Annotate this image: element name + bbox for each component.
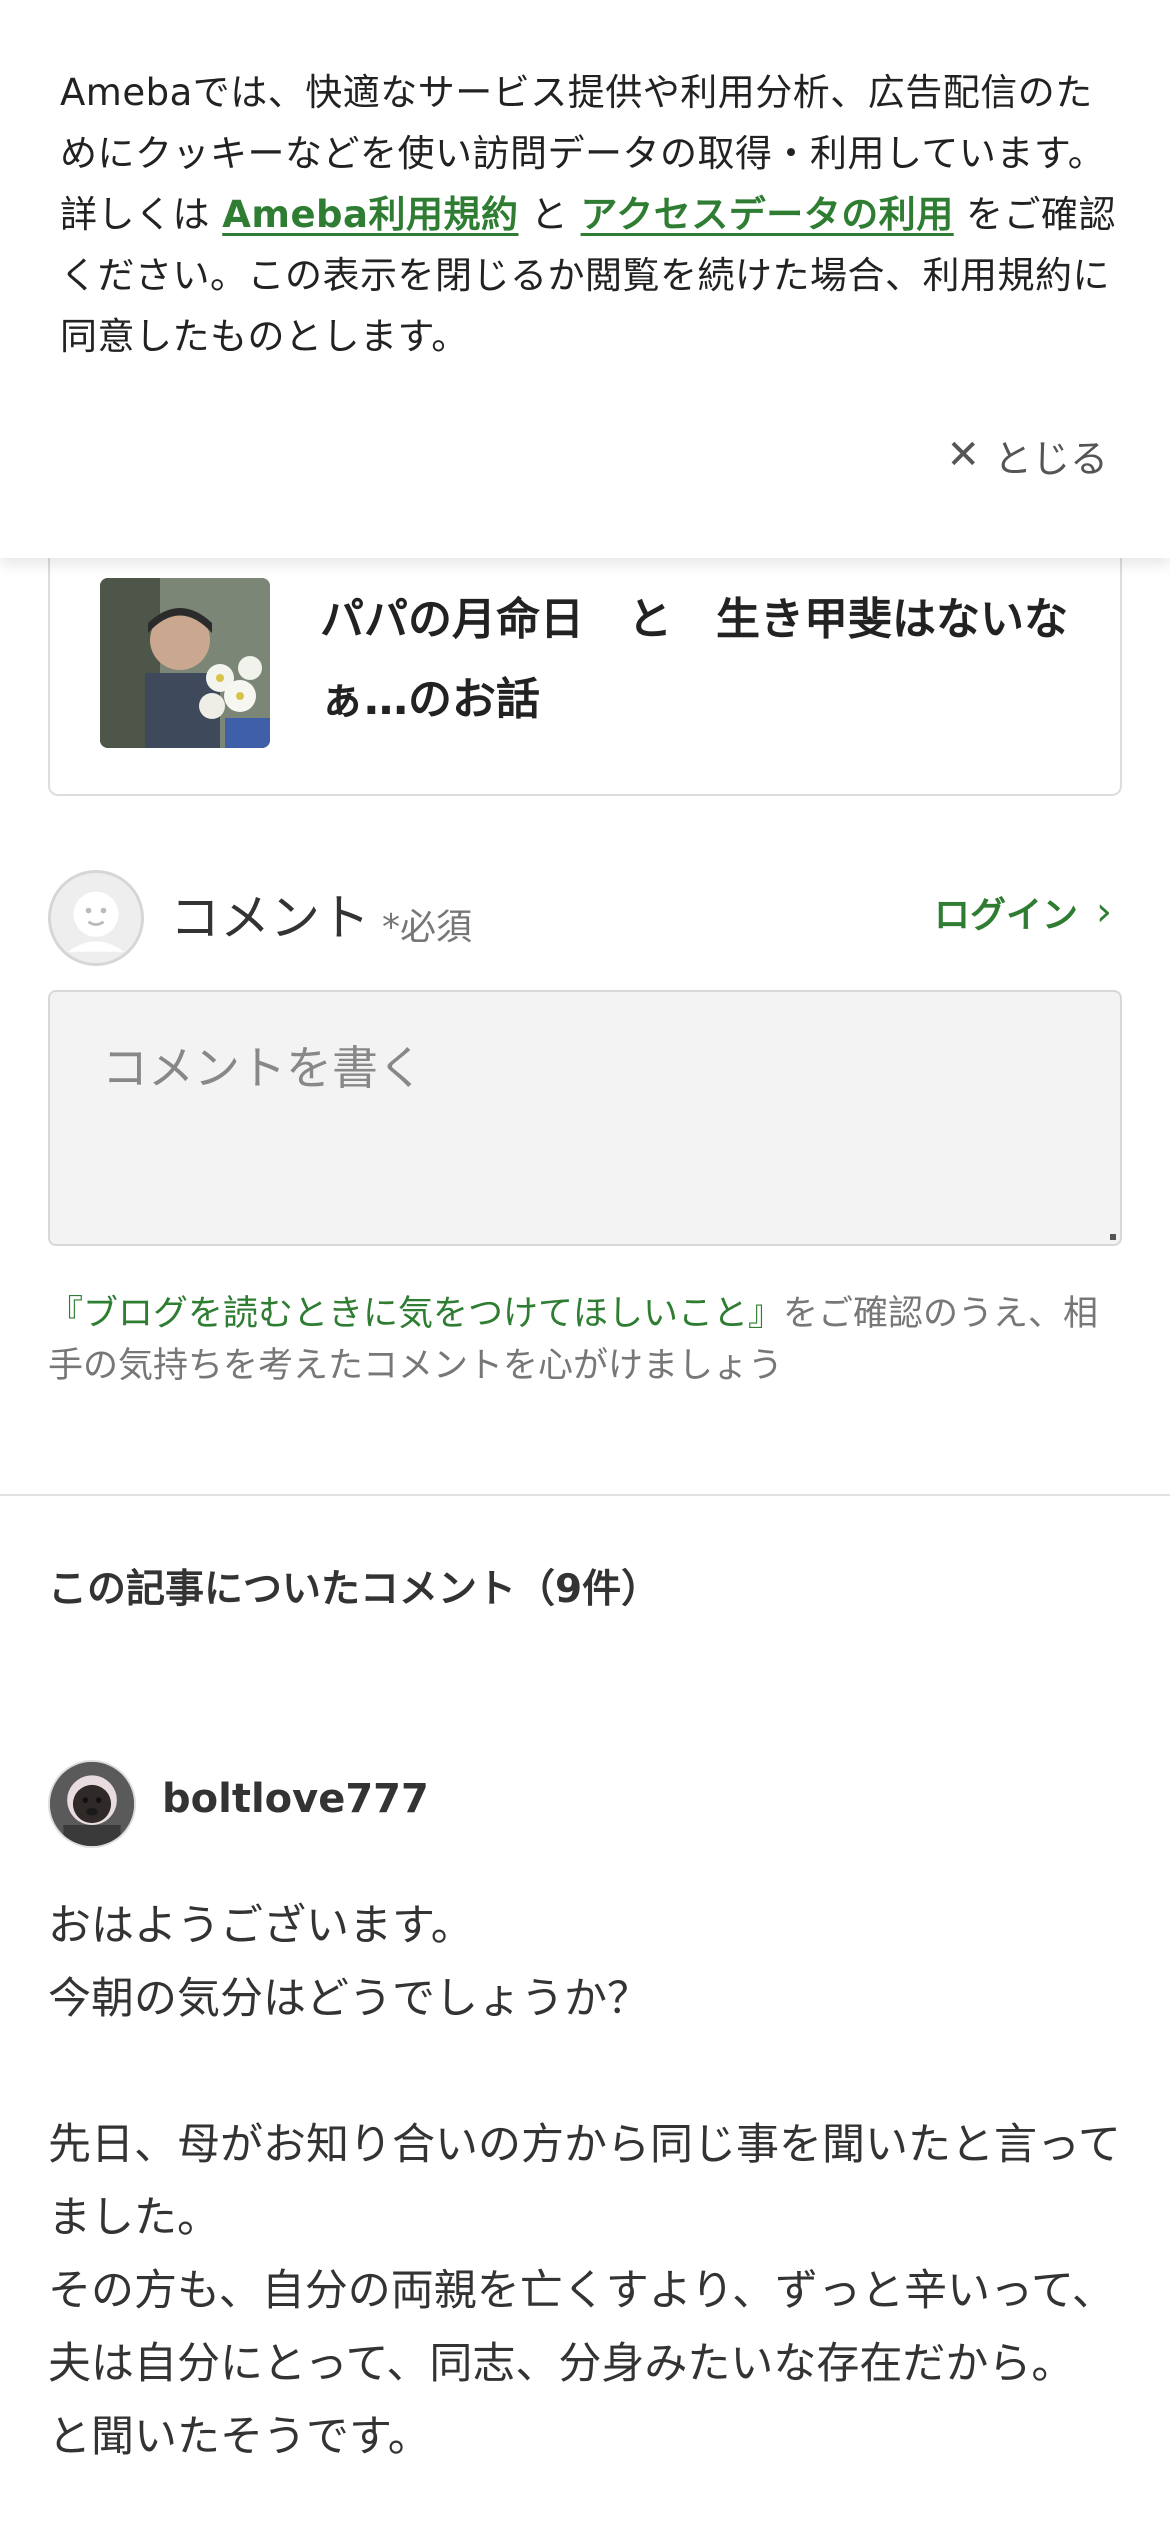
article-thumbnail — [100, 578, 270, 748]
cookie-notice-text: Amebaでは、快適なサービス提供や利用分析、広告配信のためにクッキーなどを使い… — [60, 62, 1120, 367]
photo-icon — [100, 578, 270, 748]
close-label: とじる — [993, 436, 1108, 481]
user-photo-icon — [50, 1762, 134, 1846]
commenter-name[interactable]: boltlove777 — [162, 1776, 429, 1822]
comment-placeholder: コメントを書く — [102, 1041, 424, 1095]
comment-body: おはようございます。 今朝の気分はどうでしょうか？ 先日、母がお知り合いの方から… — [48, 1901, 1121, 2462]
chevron-right-icon: › — [1096, 889, 1112, 935]
article-card[interactable]: パパの月命日 と 生き甲斐はないなぁ…のお話 — [48, 540, 1122, 796]
comments-section-title: この記事についたコメント（9件） — [48, 1567, 661, 1612]
default-user-icon — [52, 874, 140, 962]
resize-handle-icon[interactable] — [1110, 1234, 1116, 1240]
close-icon: ✕ — [946, 432, 980, 478]
required-label: *必須 — [382, 907, 473, 948]
cookie-banner: Amebaでは、快適なサービス提供や利用分析、広告配信のためにクッキーなどを使い… — [0, 0, 1170, 558]
guest-avatar — [48, 870, 144, 966]
login-link[interactable]: ログイン › — [934, 886, 1112, 938]
close-banner-button[interactable]: ✕ とじる — [946, 420, 1108, 490]
comment-input[interactable]: コメントを書く — [48, 990, 1122, 1246]
access-data-link[interactable]: アクセスデータの利用 — [581, 193, 954, 236]
terms-link[interactable]: Ameba利用規約 — [222, 193, 518, 236]
guideline-link[interactable]: 『ブログを読むときに気をつけてほしいこと』 — [48, 1294, 783, 1334]
comment-heading: コメント — [170, 889, 370, 947]
commenter-avatar[interactable] — [48, 1760, 136, 1848]
article-title[interactable]: パパの月命日 と 生き甲斐はないなぁ…のお話 — [320, 580, 1090, 740]
comment-guideline: 『ブログを読むときに気をつけてほしいこと』をご確認のうえ、相手の気持ちを考えたコ… — [48, 1288, 1128, 1392]
cookie-text-and: と — [518, 193, 581, 236]
login-label: ログイン — [933, 895, 1078, 936]
section-divider — [0, 1494, 1170, 1496]
